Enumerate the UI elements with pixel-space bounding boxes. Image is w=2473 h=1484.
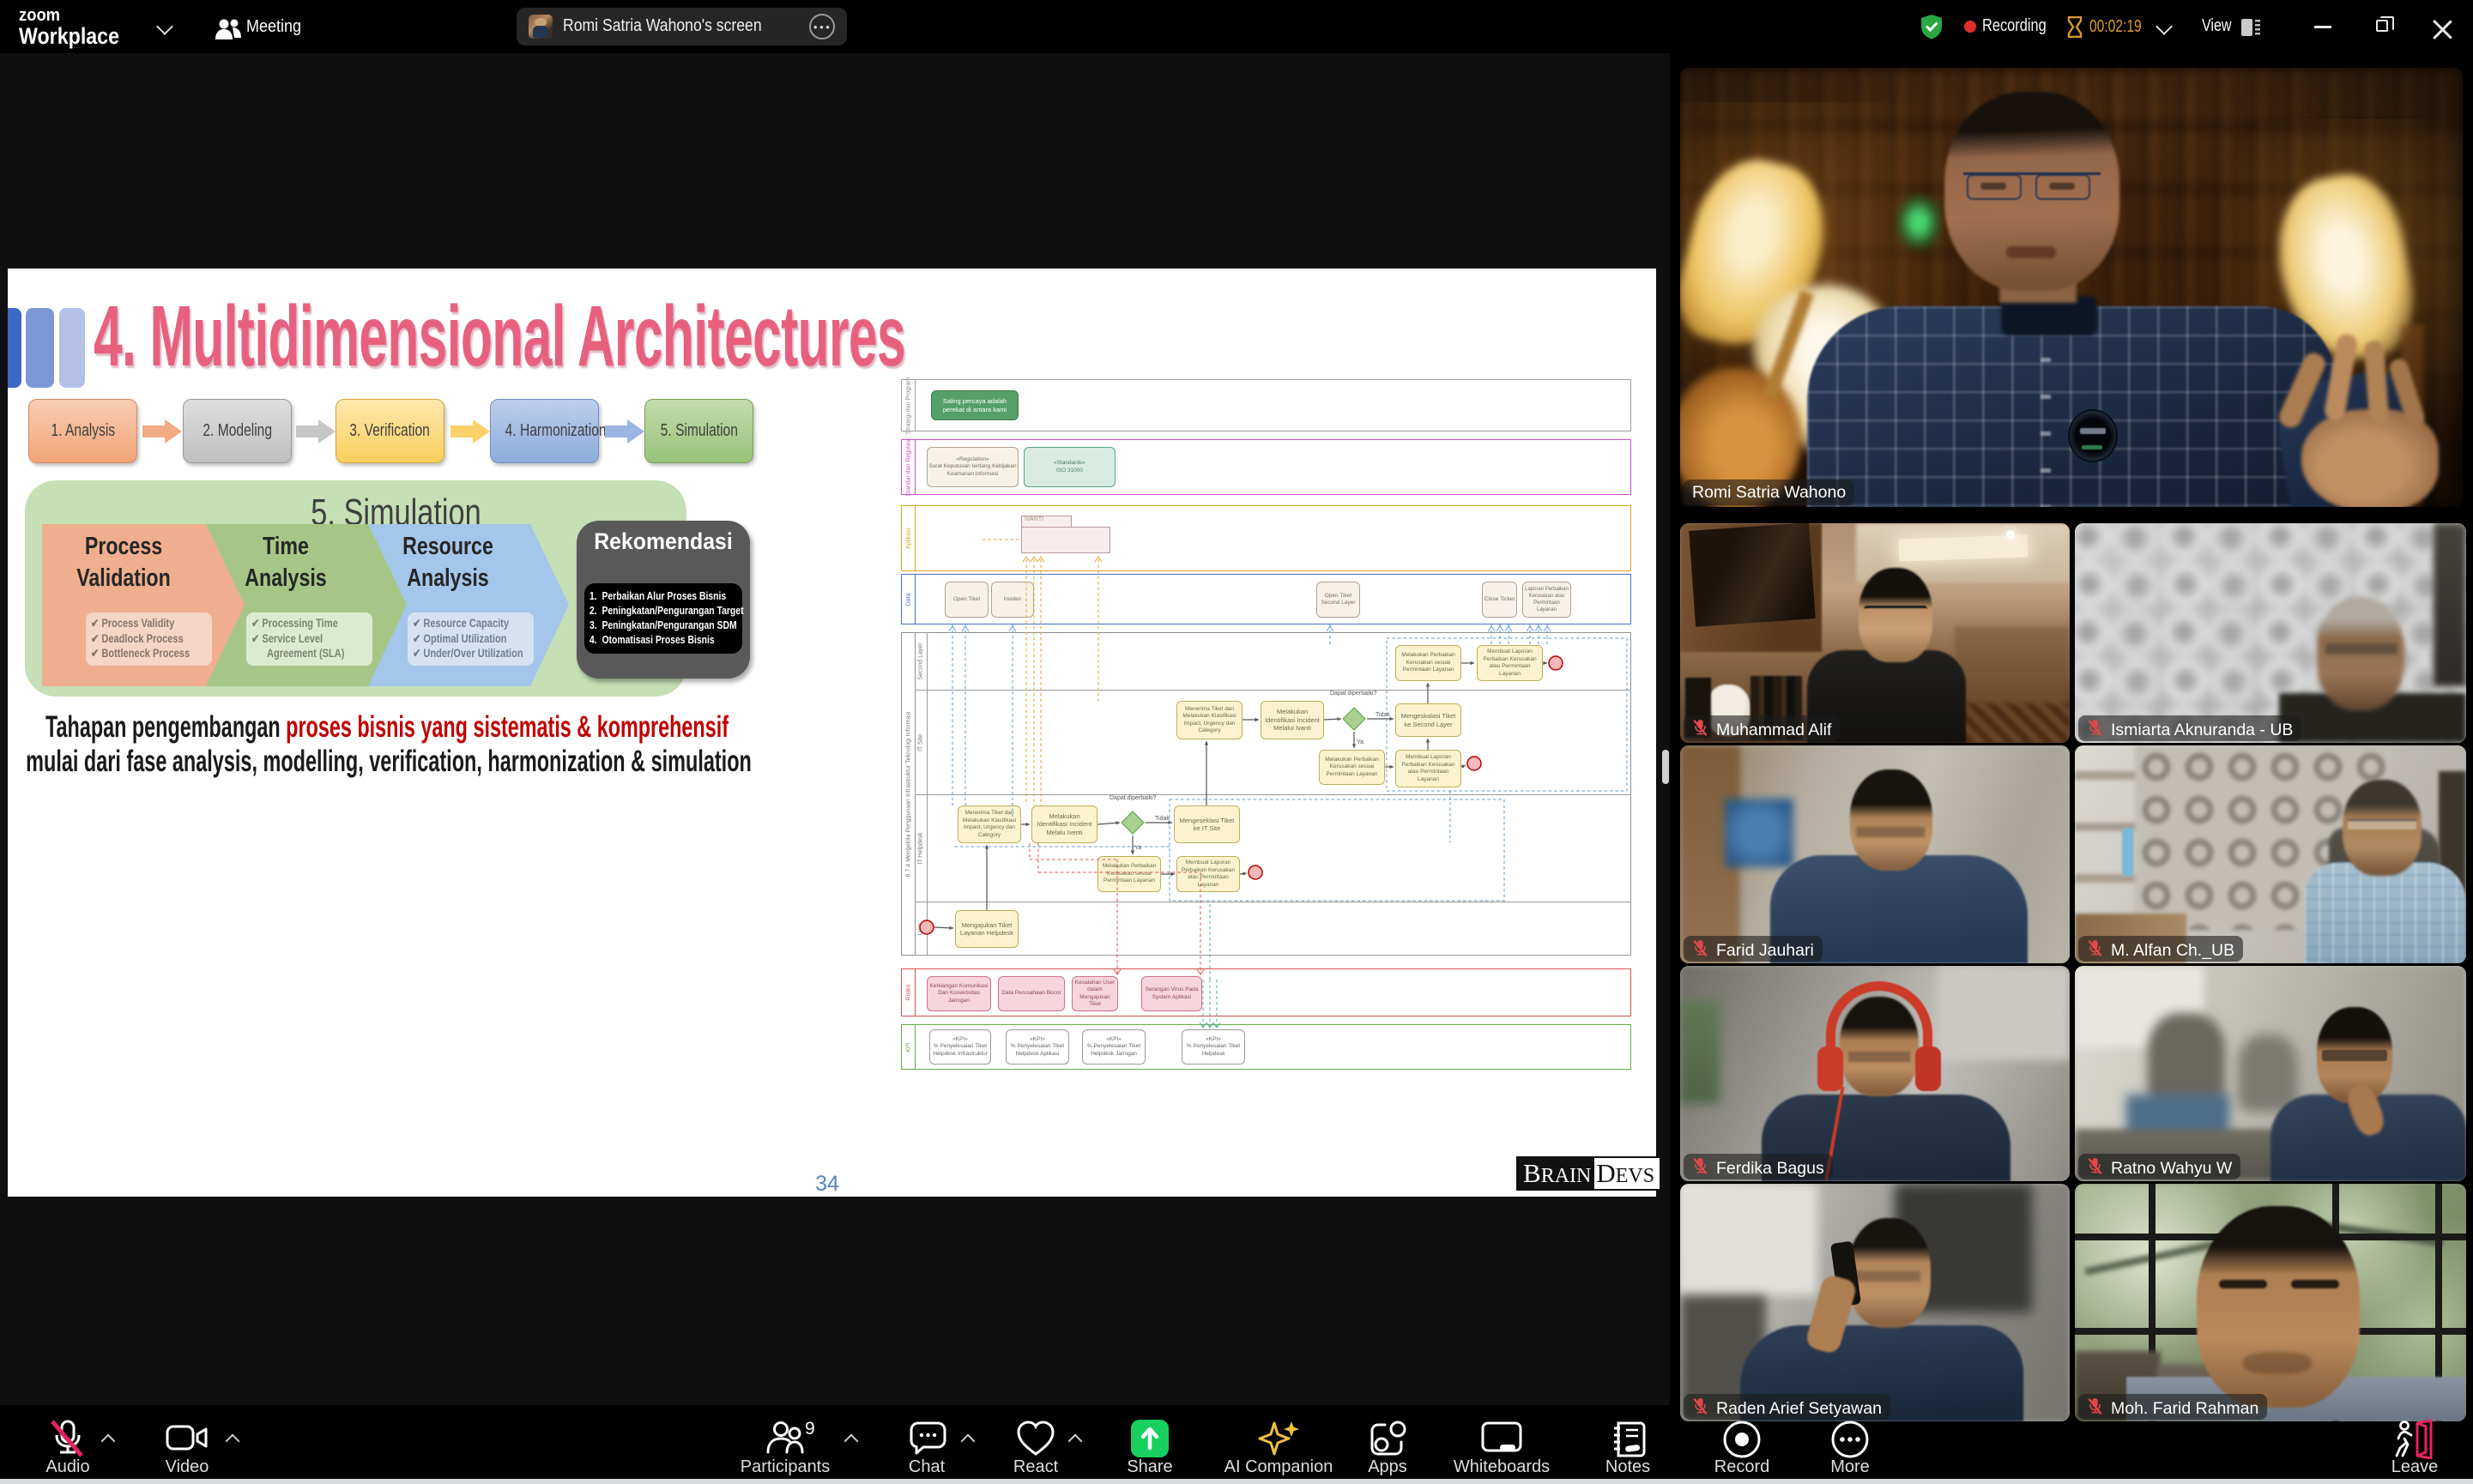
svg-text:Ya: Ya [1357, 739, 1363, 745]
svg-text:Dapat diperbaiki?: Dapat diperbaiki? [1110, 795, 1157, 801]
svg-text:Tidak: Tidak [1376, 712, 1390, 718]
svg-text:Dapat diperbaiki?: Dapat diperbaiki? [1330, 691, 1377, 697]
svg-text:Tidak: Tidak [1155, 816, 1170, 822]
svg-text:Ya: Ya [1134, 845, 1141, 851]
